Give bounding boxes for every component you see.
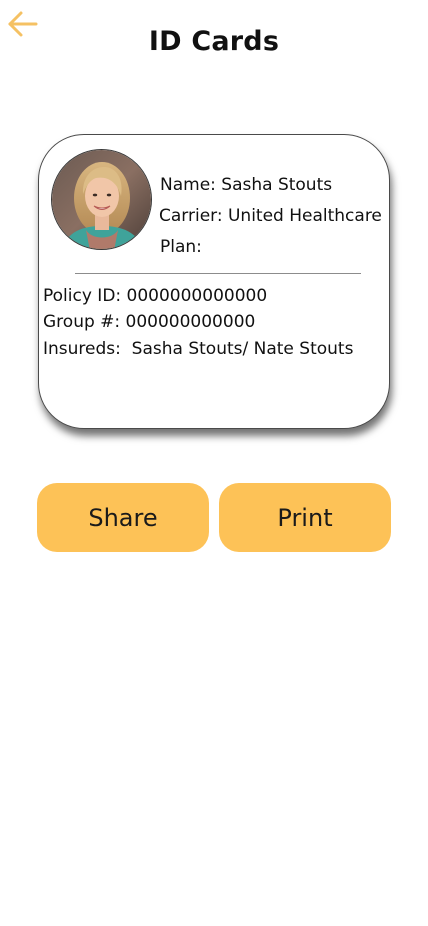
insurance-id-card: Name: Sasha Stouts Carrier: United Healt… (38, 134, 390, 429)
print-button[interactable]: Print (219, 483, 391, 552)
name-field: Name: Sasha Stouts (160, 175, 333, 195)
id-cards-screen: ID Cards Name: Sasha Stouts Carrier: Uni… (0, 0, 428, 926)
share-button[interactable]: Share (37, 483, 209, 552)
avatar (51, 149, 152, 250)
plan-field: Plan: (160, 237, 202, 257)
policy-id-field: Policy ID: 0000000000000 (43, 286, 268, 306)
profile-photo (52, 150, 151, 249)
carrier-field: Carrier: United Healthcare (159, 206, 382, 226)
divider (75, 273, 361, 274)
page-title: ID Cards (148, 26, 280, 57)
group-number-field: Group #: 000000000000 (43, 312, 256, 332)
insureds-field: Insureds: Sasha Stouts/ Nate Stouts (43, 339, 354, 359)
